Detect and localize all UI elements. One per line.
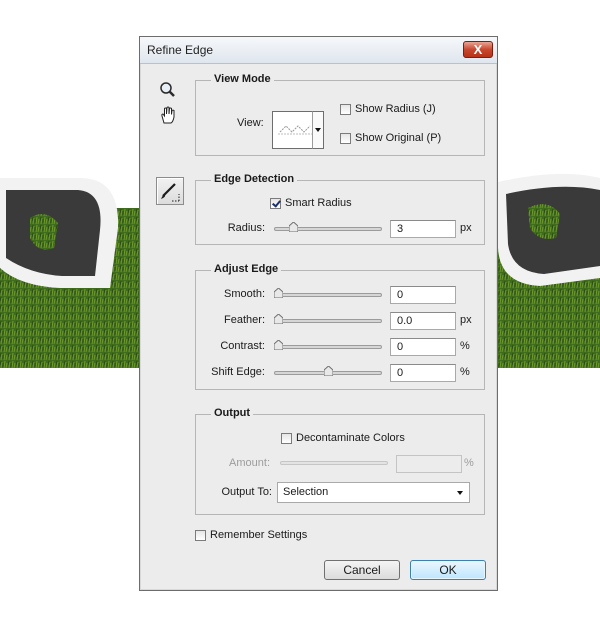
adjust-edge-group: Adjust Edge Smooth: 0 Feather: 0.0 px Co… [195,263,485,390]
smooth-label: Smooth: [224,288,265,300]
contrast-slider[interactable] [274,345,382,349]
close-button[interactable]: X [463,41,493,58]
shift-edge-unit: % [460,366,470,378]
edge-detection-group: Edge Detection Smart Radius Radius: 3 px [195,173,485,245]
contrast-label: Contrast: [220,340,265,352]
feather-slider-thumb[interactable] [274,314,283,324]
hand-icon [161,106,175,124]
brush-icon [161,183,180,202]
ok-button[interactable]: OK [410,560,486,580]
adjust-edge-title: Adjust Edge [211,263,282,275]
smooth-input[interactable]: 0 [390,286,456,304]
show-radius-checkbox[interactable] [340,104,351,115]
remember-settings-checkbox[interactable] [195,530,206,541]
view-dropdown-arrow[interactable] [312,111,324,149]
radius-value: 3 [397,223,404,235]
output-title: Output [211,407,254,419]
output-to-select[interactable]: Selection [277,482,470,503]
output-to-value: Selection [283,486,329,498]
refine-edge-dialog: Refine Edge X View Mode View: Show Radiu… [139,36,498,591]
view-mode-group: View Mode View: Show Radius (J) Show Ori… [195,73,485,156]
contrast-value: 0 [397,341,404,353]
amount-slider[interactable] [280,461,388,465]
show-original-label: Show Original (P) [355,132,442,144]
show-original-checkbox[interactable] [340,133,351,144]
view-mode-title: View Mode [211,73,274,85]
zoom-tool[interactable] [158,81,180,101]
title-bar: Refine Edge X [140,37,497,64]
radius-input[interactable]: 3 [390,220,456,238]
output-to-label: Output To: [221,486,272,498]
contrast-slider-thumb[interactable] [274,340,283,350]
hand-tool[interactable] [158,105,180,125]
cancel-button[interactable]: Cancel [324,560,400,580]
show-radius-label: Show Radius (J) [355,103,436,115]
shift-edge-input[interactable]: 0 [390,364,456,382]
smooth-value: 0 [397,289,404,301]
magnifier-icon [160,82,175,97]
chevron-down-icon [457,491,463,495]
feather-value: 0.0 [397,315,413,327]
decontaminate-colors-checkbox[interactable] [281,433,292,444]
smooth-slider[interactable] [274,293,382,297]
feather-label: Feather: [224,314,265,326]
radius-label: Radius: [227,222,265,234]
amount-input[interactable] [396,455,462,473]
edge-detection-title: Edge Detection [211,173,298,185]
radius-unit: px [460,222,472,234]
contrast-unit: % [460,340,470,352]
smart-radius-label: Smart Radius [285,197,352,209]
refine-radius-tool[interactable] [156,177,184,205]
view-label: View: [237,117,264,129]
contrast-input[interactable]: 0 [390,338,456,356]
radius-slider-thumb[interactable] [288,222,298,232]
shift-edge-value: 0 [397,367,404,379]
output-group: Output Decontaminate Colors Amount: % Ou… [195,407,485,515]
shift-edge-label: Shift Edge: [211,366,265,378]
close-icon: X [473,42,483,57]
decontaminate-colors-label: Decontaminate Colors [296,432,405,444]
feather-slider[interactable] [274,319,382,323]
shift-edge-slider-thumb[interactable] [323,366,333,376]
smooth-slider-thumb[interactable] [274,288,283,298]
smart-radius-checkbox[interactable] [270,198,281,209]
feather-unit: px [460,314,472,326]
remember-settings-label: Remember Settings [210,529,308,541]
amount-label: Amount: [229,457,270,469]
view-preview-icon [278,125,312,135]
dialog-title: Refine Edge [147,43,214,57]
amount-unit: % [464,457,474,469]
feather-input[interactable]: 0.0 [390,312,456,330]
